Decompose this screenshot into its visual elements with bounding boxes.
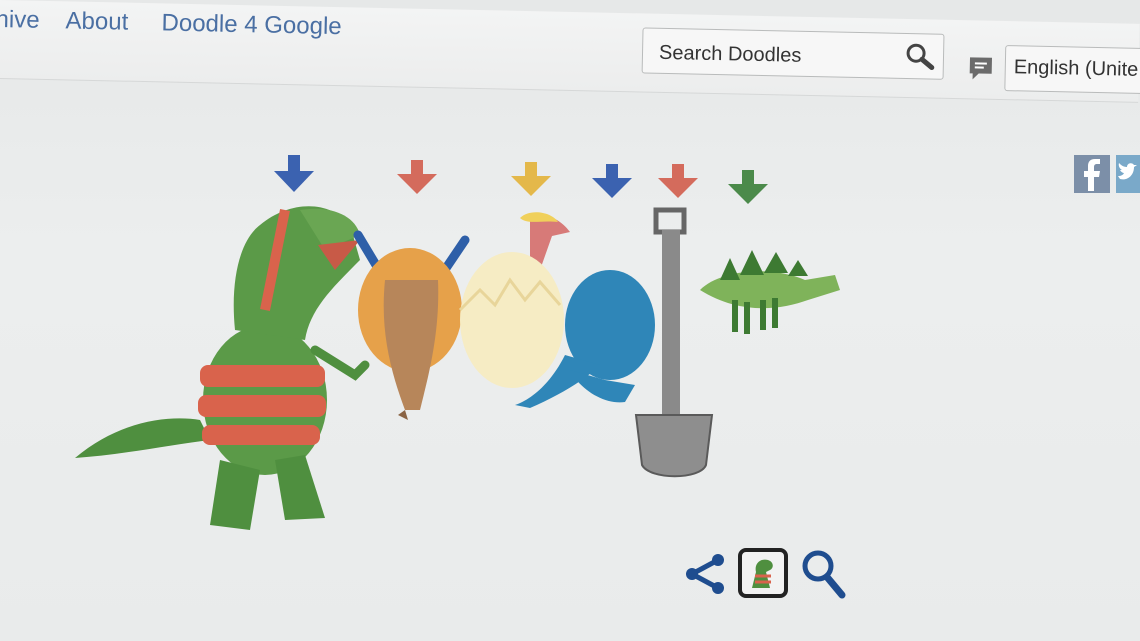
triceratops-drawing: [353, 230, 470, 420]
facebook-share-button[interactable]: [1074, 155, 1110, 193]
language-select[interactable]: English (Unite: [1004, 45, 1140, 95]
nav-doodle4google-link[interactable]: Doodle 4 Google: [161, 9, 342, 41]
search-box: [641, 27, 945, 80]
nav-about-link[interactable]: About: [65, 7, 128, 36]
facebook-icon: [1084, 159, 1100, 191]
search-icon[interactable]: [905, 42, 936, 76]
magnifier-icon[interactable]: [800, 548, 848, 605]
dinosaur-doodle-artwork[interactable]: [60, 140, 860, 540]
blue-arrow-2: [592, 164, 632, 198]
dinosaur-thumbnail-icon[interactable]: [738, 548, 788, 603]
nav-links: hive About Doodle 4 Google: [0, 0, 1140, 40]
red-arrow-1: [397, 160, 437, 194]
green-arrow: [728, 170, 768, 204]
twitter-share-button[interactable]: [1116, 155, 1140, 193]
nav-archive-link[interactable]: hive: [0, 6, 40, 35]
blue-arrow-1: [274, 155, 314, 192]
red-arrow-2: [658, 164, 698, 198]
share-icon[interactable]: [684, 552, 726, 599]
stegosaurus-drawing: [700, 250, 840, 334]
twitter-icon: [1118, 163, 1137, 180]
top-navigation-bar: hive About Doodle 4 Google English (Unit…: [0, 0, 1140, 103]
t-rex-drawing: [75, 206, 370, 530]
search-input[interactable]: [656, 37, 902, 73]
yellow-arrow: [511, 162, 551, 196]
language-selected-value: English (Unite: [1013, 56, 1139, 81]
egg-with-hatchling-drawing: [458, 212, 570, 388]
feedback-icon[interactable]: [966, 54, 995, 88]
